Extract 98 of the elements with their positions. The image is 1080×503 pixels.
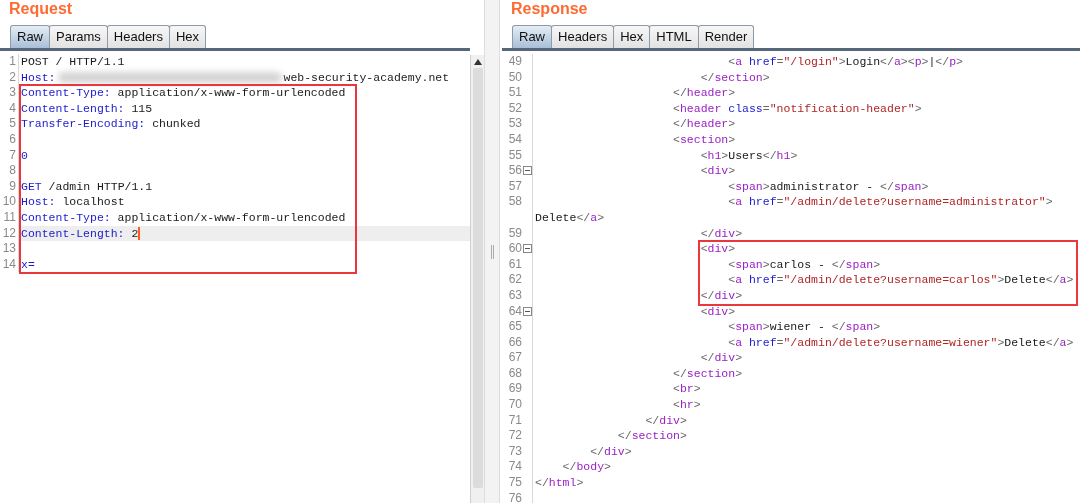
code-line: </section> (616, 428, 687, 444)
tab[interactable]: Hex (613, 25, 651, 48)
line-number: 70 (508, 397, 522, 413)
code-line: <a href="/admin/delete?username=carlos">Delete</a> (727, 272, 1074, 288)
code-line: Delete</a> (535, 209, 605, 226)
line-number: 49 (508, 54, 522, 70)
code-line: </header> (672, 85, 736, 101)
code-line: </body> (561, 459, 611, 476)
code-line: <div> (699, 303, 736, 320)
code-line: <span>carlos - </span> (727, 256, 881, 273)
line-number: 14 (2, 256, 16, 273)
code-line: <br> (672, 381, 701, 398)
tab[interactable]: HTML (649, 25, 699, 48)
line-number: 72 (508, 428, 522, 444)
line-number: 55 (508, 147, 522, 164)
line-number: 11 (3, 209, 16, 226)
line-number: 57 (508, 178, 522, 195)
scrollbar[interactable] (470, 55, 484, 503)
line-number: 68 (508, 365, 522, 382)
line-number: 74 (508, 459, 522, 476)
line-number: 75 (508, 475, 522, 491)
code-line: Content-Length: 115 (21, 100, 153, 117)
line-number: 2 (9, 69, 16, 86)
collapse-icon[interactable] (523, 166, 532, 176)
code-line: Transfer-Encoding: chunked (21, 116, 201, 132)
code-line: 0 (21, 147, 28, 164)
line-number: 10 (2, 194, 16, 210)
code-line: Content-Type: application/x-www-form-urlencoded (21, 85, 346, 101)
line-number: 6 (9, 131, 16, 148)
code-line: <section> (672, 131, 736, 148)
code-line: GET /admin HTTP/1.1 (21, 178, 153, 195)
line-number: 65 (508, 319, 522, 335)
panel-title: Response (510, 0, 589, 19)
line-number: 56 (508, 163, 522, 179)
line-number: 4 (9, 100, 16, 117)
code-line: <a href="/admin/delete?username=wiener">Delete</a> (727, 334, 1074, 351)
code-line: <div> (699, 163, 736, 179)
code-line: Host: localhost (21, 194, 125, 210)
code-line: </div> (589, 443, 632, 460)
code-line: Content-Length: 2 (21, 225, 139, 242)
code-line: <header class="notification-header"> (672, 100, 922, 117)
tab[interactable]: Raw (10, 25, 50, 48)
code-line: <span>administrator - </span> (727, 178, 929, 195)
line-number: 63 (508, 287, 522, 304)
text-cursor (138, 226, 141, 240)
collapse-icon[interactable] (523, 244, 532, 254)
line-number: 12 (2, 225, 16, 242)
line-number: 71 (508, 412, 522, 429)
line-number: 64 (508, 303, 522, 320)
code-line: </div> (699, 225, 743, 242)
code-line: <span>wiener - </span> (727, 319, 881, 335)
line-number: 51 (508, 85, 522, 101)
line-number: 58 (508, 194, 522, 210)
tab[interactable]: Headers (106, 25, 170, 48)
code-line: <a href="/admin/delete?username=administrator"> (727, 194, 1053, 210)
tab[interactable]: Params (49, 25, 108, 48)
code-line: Host: web-security-academy.net (21, 69, 450, 86)
line-number: 67 (508, 350, 522, 366)
code-line: <a href="/login">Login</a><p>|</p> (727, 54, 963, 70)
code-line: </section> (672, 365, 743, 382)
code-line: x= (21, 256, 35, 273)
line-number: 1 (9, 54, 16, 70)
code-line: POST / HTTP/1.1 (21, 54, 125, 70)
line-number: 8 (9, 163, 16, 179)
line-number: 53 (508, 116, 522, 132)
line-number: 7 (9, 147, 16, 164)
code-line: </div> (644, 412, 687, 429)
line-number: 69 (508, 381, 522, 398)
line-number: 50 (508, 69, 522, 86)
tab[interactable]: Headers (551, 25, 615, 48)
code-line: Content-Type: application/x-www-form-urlencoded (21, 209, 346, 226)
line-number: 61 (508, 256, 522, 273)
line-number: 3 (9, 85, 16, 101)
line-number: 52 (508, 100, 522, 117)
collapse-icon[interactable] (523, 306, 532, 316)
line-number: 5 (9, 116, 16, 132)
line-number: 76 (508, 490, 522, 503)
code-line: </div> (699, 350, 743, 366)
tab[interactable]: Render (697, 25, 755, 48)
code-line: <div> (699, 241, 736, 257)
code-line: <h1>Users</h1> (699, 147, 798, 164)
tab[interactable]: Hex (168, 25, 207, 48)
scroll-up-arrow-icon[interactable] (473, 59, 482, 65)
code-line: </header> (672, 116, 736, 132)
tab[interactable]: Raw (512, 25, 552, 48)
line-number: 9 (9, 178, 16, 195)
line-number: 60 (508, 241, 522, 257)
line-number: 62 (508, 272, 522, 288)
code-line: </div> (699, 287, 743, 304)
code-line: </section> (699, 69, 770, 86)
line-number: 54 (508, 131, 522, 148)
line-number: 73 (508, 443, 522, 460)
line-number: 13 (2, 241, 16, 257)
line-number: 66 (508, 334, 522, 351)
code-line: <hr> (672, 397, 701, 413)
line-number: 59 (508, 225, 522, 242)
panel-title: Request (8, 0, 74, 19)
code-line: </html> (535, 475, 584, 491)
